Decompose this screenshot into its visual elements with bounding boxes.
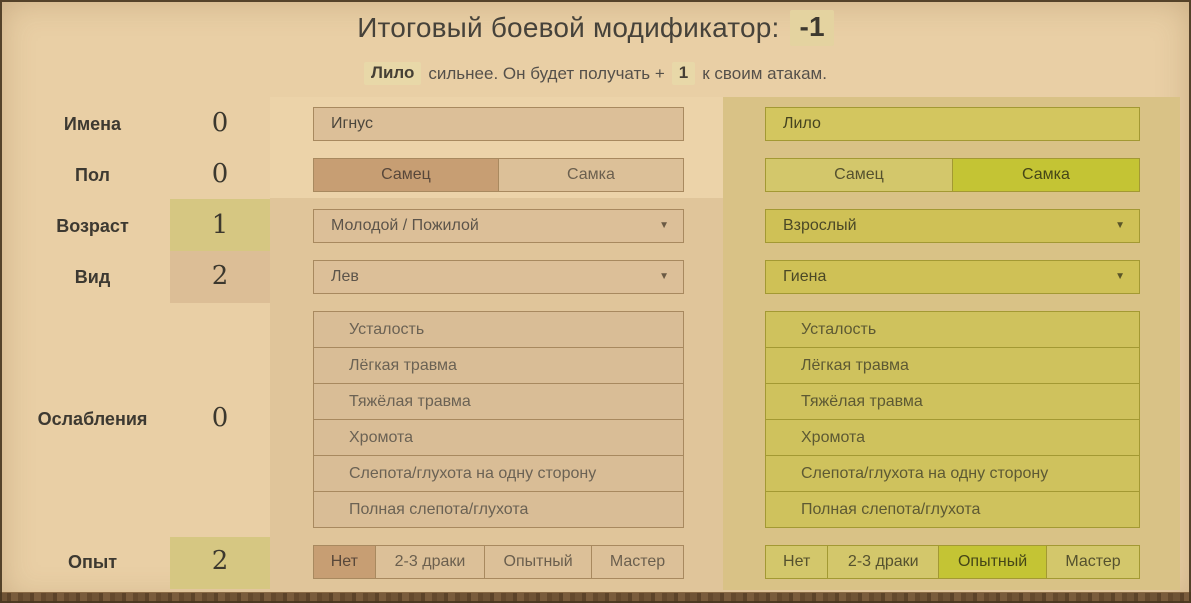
character1-age-select[interactable]: Молодой / Пожилой ▼ [313, 209, 684, 243]
character1-name-input[interactable] [313, 107, 684, 141]
character2-exp-master-button[interactable]: Мастер [1046, 546, 1139, 578]
points-names: 0 [211, 108, 229, 138]
character1-ailment-fatigue[interactable]: Усталость [314, 312, 683, 347]
character2-ailment-lameness[interactable]: Хромота [766, 419, 1139, 455]
character1-age-value: Молодой / Пожилой [331, 217, 479, 234]
character2-species-select[interactable]: Гиена ▼ [765, 260, 1140, 294]
summary-line: Лило сильнее. Он будет получать + 1 к св… [0, 62, 1191, 85]
character1-ailment-lameness[interactable]: Хромота [314, 419, 683, 455]
character1-ailment-full-blindness[interactable]: Полная слепота/глухота [314, 491, 683, 527]
points-species: 2 [211, 261, 229, 291]
summary-text-end: к своим атакам. [702, 63, 827, 83]
character1-ailment-light-injury[interactable]: Лёгкая травма [314, 347, 683, 383]
character1-gender-male-button[interactable]: Самец [314, 159, 498, 191]
character2-age-value: Взрослый [783, 217, 857, 234]
character1-species-select[interactable]: Лев ▼ [313, 260, 684, 294]
chevron-down-icon: ▼ [659, 220, 669, 231]
points-ailments: 0 [211, 403, 229, 433]
character1-experience-group: Нет 2-3 драки Опытный Мастер [313, 545, 684, 579]
bottom-frame-bar [0, 592, 1191, 603]
character1-gender-female-button[interactable]: Самка [498, 159, 683, 191]
chevron-down-icon: ▼ [659, 271, 669, 282]
points-age: 1 [211, 210, 229, 240]
row-label-gender: Пол [75, 165, 110, 185]
character2-ailments-list: Усталость Лёгкая травма Тяжёлая травма Х… [765, 311, 1140, 528]
winner-name-badge: Лило [364, 62, 422, 85]
character1-ailment-severe-injury[interactable]: Тяжёлая травма [314, 383, 683, 419]
points-gender: 0 [211, 159, 229, 189]
character1-gender-group: Самец Самка [313, 158, 684, 192]
page-title: Итоговый боевой модификатор: -1 [0, 10, 1191, 46]
points-experience: 2 [211, 546, 229, 576]
summary-text-middle: сильнее. Он будет получать + [428, 63, 665, 83]
character2-gender-female-button[interactable]: Самка [952, 159, 1139, 191]
character1-exp-none-button[interactable]: Нет [314, 546, 375, 578]
character2-age-select[interactable]: Взрослый ▼ [765, 209, 1140, 243]
character1-ailments-list: Усталость Лёгкая травма Тяжёлая травма Х… [313, 311, 684, 528]
character2-species-value: Гиена [783, 268, 827, 285]
row-label-age: Возраст [56, 216, 129, 236]
row-label-ailments: Ослабления [37, 409, 148, 429]
bonus-value-badge: 1 [671, 62, 696, 85]
character2-experience-group: Нет 2-3 драки Опытный Мастер [765, 545, 1140, 579]
character2-ailment-light-injury[interactable]: Лёгкая травма [766, 347, 1139, 383]
character2-exp-few-fights-button[interactable]: 2-3 драки [827, 546, 939, 578]
character2-ailment-half-blindness[interactable]: Слепота/глухота на одну сторону [766, 455, 1139, 491]
character1-species-value: Лев [331, 268, 359, 285]
character2-gender-group: Самец Самка [765, 158, 1140, 192]
character2-ailment-fatigue[interactable]: Усталость [766, 312, 1139, 347]
character1-exp-experienced-button[interactable]: Опытный [484, 546, 591, 578]
chevron-down-icon: ▼ [1115, 220, 1125, 231]
final-modifier-label: Итоговый боевой модификатор: [357, 12, 780, 43]
character1-ailment-half-blindness[interactable]: Слепота/глухота на одну сторону [314, 455, 683, 491]
character2-ailment-full-blindness[interactable]: Полная слепота/глухота [766, 491, 1139, 527]
row-label-experience: Опыт [67, 552, 118, 572]
chevron-down-icon: ▼ [1115, 271, 1125, 282]
character2-exp-experienced-button[interactable]: Опытный [938, 546, 1046, 578]
character2-name-input[interactable] [765, 107, 1140, 141]
row-label-species: Вид [74, 267, 111, 287]
character1-exp-few-fights-button[interactable]: 2-3 драки [374, 546, 485, 578]
final-modifier-value-badge: -1 [790, 10, 834, 46]
character1-exp-master-button[interactable]: Мастер [590, 546, 683, 578]
combat-modifier-calculator: Итоговый боевой модификатор: -1 Лило сил… [0, 0, 1191, 603]
row-label-names: Имена [63, 114, 122, 134]
character2-exp-none-button[interactable]: Нет [766, 546, 828, 578]
character2-ailment-severe-injury[interactable]: Тяжёлая травма [766, 383, 1139, 419]
character2-gender-male-button[interactable]: Самец [766, 159, 952, 191]
